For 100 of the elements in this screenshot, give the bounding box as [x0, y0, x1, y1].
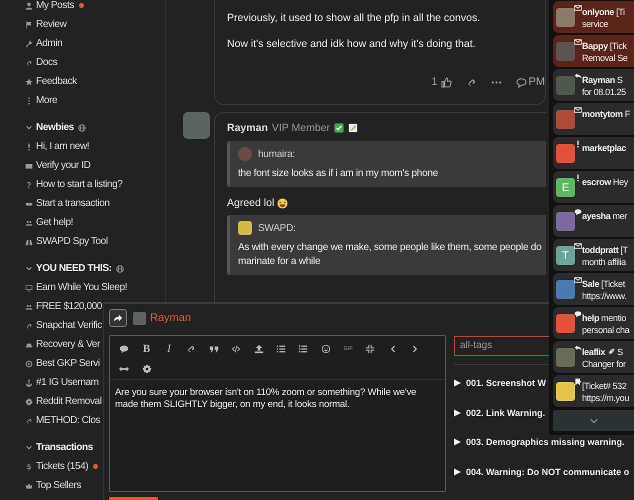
sidebar-link[interactable]: Best GKP Servi — [36, 358, 100, 369]
post-text: Now it's selective and idk how and why it's doing that. — [227, 38, 477, 50]
template-title[interactable]: 002. Link Warning. — [466, 408, 546, 418]
chevron-icon[interactable] — [25, 124, 33, 132]
sidebar-link[interactable]: Admin — [36, 38, 62, 49]
sidebar-link[interactable]: Top Sellers — [36, 480, 82, 491]
link-icon[interactable] — [466, 76, 476, 88]
bold-button[interactable]: B — [135, 339, 158, 359]
quote-icon[interactable] — [208, 344, 219, 354]
question-icon — [25, 180, 33, 188]
notification-user: Rayman — [582, 74, 615, 86]
notification-text: [Ticket# 532 — [582, 380, 626, 392]
expand-triangle-icon[interactable] — [454, 468, 461, 476]
template-title[interactable]: 004. Warning: Do NOT communicate o — [466, 466, 630, 477]
sidebar-link[interactable]: Tickets (154) — [36, 461, 88, 472]
thumbs-up-icon[interactable] — [440, 76, 452, 88]
notification-text: [T — [620, 244, 628, 256]
notification-text: https://www. — [582, 290, 626, 302]
upload-icon[interactable] — [254, 344, 264, 354]
sidebar-link[interactable]: Docs — [36, 57, 58, 68]
link-icon[interactable] — [186, 344, 196, 354]
double-arrow-icon[interactable] — [119, 364, 130, 374]
notification-item[interactable]: ayesha mer — [553, 205, 634, 237]
user-avatar — [556, 314, 575, 333]
notification-text: Hey — [612, 176, 628, 188]
notification-user: Sale — [582, 278, 600, 290]
quote-avatar — [238, 221, 252, 235]
user-title: VIP Member — [272, 122, 330, 134]
like-button[interactable]: 1 — [431, 76, 452, 88]
share-arrow-icon[interactable] — [113, 313, 123, 323]
sidebar-link[interactable]: Hi, I am new! — [36, 141, 90, 152]
star-icon — [25, 78, 33, 86]
italic-button[interactable]: I — [158, 339, 180, 359]
notification-item[interactable]: montytom F — [553, 103, 634, 135]
notification-text: F — [624, 108, 630, 120]
sidebar-link[interactable]: Feedback — [36, 76, 77, 87]
sidebar-link[interactable]: METHOD: Clos — [36, 415, 100, 426]
quote-text: the font size looks as if i am in my mom's phone — [238, 167, 439, 181]
notification-item[interactable]: Rayman S for 08.01.25 — [553, 69, 634, 101]
notification-user: montytom — [582, 108, 623, 120]
people-icon — [25, 302, 33, 310]
sidebar-link[interactable]: Recovery & Ver — [36, 339, 100, 350]
user-avatar — [556, 42, 575, 61]
sidebar-link[interactable]: How to start a listing? — [36, 179, 122, 190]
section-header[interactable]: Newbies — [36, 122, 74, 133]
sidebar-link[interactable]: Verify your ID — [36, 160, 90, 171]
sidebar-link[interactable]: Get help! — [36, 217, 73, 228]
sidebar-link[interactable]: Earn While You Sleep! — [36, 282, 128, 293]
notification-item[interactable]: onlyone [Ti service — [553, 1, 634, 33]
notification-item[interactable]: Bappy [Tick Removal Se — [553, 35, 634, 67]
notification-user: help — [582, 312, 600, 324]
sidebar-link[interactable]: Reddit Removal — [36, 396, 102, 407]
reply-to-user[interactable]: Rayman — [150, 312, 191, 324]
code-icon[interactable] — [231, 344, 242, 354]
pm-button[interactable]: PM — [516, 76, 545, 88]
checkmark-icon — [334, 123, 344, 133]
collapse-icon[interactable] — [365, 344, 376, 354]
section-header[interactable]: Transactions — [36, 442, 93, 453]
expand-triangle-icon[interactable] — [454, 408, 461, 417]
chat-bubble-icon[interactable] — [516, 76, 526, 88]
expand-triangle-icon[interactable] — [454, 438, 461, 446]
sidebar-link[interactable]: More — [36, 95, 58, 106]
user-avatar — [556, 382, 575, 401]
reply-button[interactable] — [109, 309, 127, 327]
sidebar-link[interactable]: SWAPD Spy Tool — [36, 236, 108, 247]
notification-item[interactable]: Sale [Ticket https://www. — [553, 273, 634, 305]
template-title[interactable]: 001. Screenshot W — [466, 378, 546, 388]
quote-author[interactable]: humaira: — [258, 148, 295, 160]
notification-user: toddpratt — [582, 244, 618, 256]
user-avatar — [556, 110, 575, 129]
notification-item[interactable]: E escrow Hey — [553, 171, 634, 203]
sidebar-link[interactable]: Review — [36, 19, 66, 30]
chat-bubble-icon[interactable] — [119, 344, 130, 354]
notification-item[interactable]: leaflix S Changer for — [553, 341, 634, 373]
chevron-icon[interactable] — [25, 264, 33, 272]
sidebar-link[interactable]: Snapchat Verific — [36, 320, 102, 331]
notification-item[interactable]: [Ticket# 532 https://m.you — [553, 375, 634, 407]
user-avatar[interactable] — [183, 112, 210, 139]
author-name[interactable]: Rayman — [227, 122, 268, 134]
user-avatar — [556, 76, 575, 95]
notification-item[interactable]: T toddpratt [T month affilia — [553, 239, 634, 271]
sidebar-link[interactable]: #1 IG Usernam — [36, 377, 99, 388]
gear-icon[interactable] — [142, 364, 152, 374]
notification-text: https://m.you — [582, 392, 629, 404]
sidebar-link[interactable]: My Posts — [36, 0, 74, 11]
bulleted-list-icon[interactable] — [276, 344, 286, 354]
person-icon — [25, 2, 33, 10]
quote-author[interactable]: SWAPD: — [258, 222, 296, 234]
template-title[interactable]: 003. Demographics missing warning. — [466, 437, 625, 448]
notification-item[interactable]: help mentio personal cha — [553, 307, 634, 339]
sidebar-link[interactable]: FREE $120,000 — [36, 301, 102, 312]
chevron-icon[interactable] — [25, 444, 33, 452]
expand-triangle-icon[interactable] — [454, 379, 461, 388]
crown-icon — [25, 482, 33, 490]
section-header[interactable]: YOU NEED THIS: — [36, 263, 112, 274]
notification-item[interactable]: marketplac — [553, 137, 634, 169]
numbered-list-icon[interactable] — [298, 344, 308, 354]
sidebar-link[interactable]: Start a transaction — [36, 198, 110, 209]
notification-text: month affilia — [582, 256, 628, 268]
smiley-icon[interactable] — [320, 344, 331, 354]
